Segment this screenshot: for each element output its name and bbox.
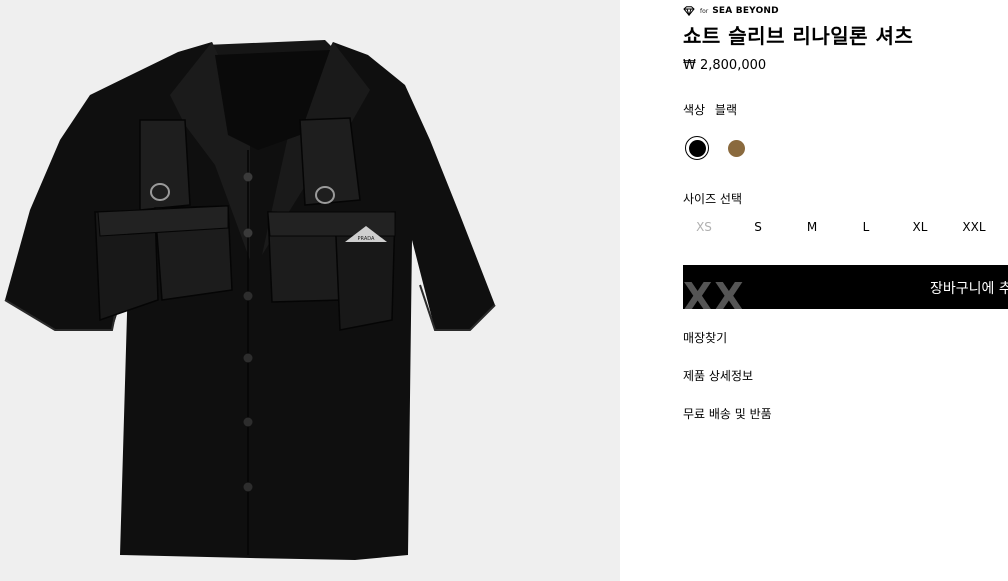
color-label-row: 색상 블랙: [683, 101, 737, 118]
swatch-black[interactable]: [685, 136, 709, 160]
size-options: XS S M L XL XXL: [683, 220, 1008, 236]
color-swatches: [685, 136, 748, 160]
shirt-illustration: PRADA: [4, 40, 496, 560]
cart-overlay-text: XX: [683, 275, 746, 309]
size-option-xs[interactable]: XS: [684, 220, 724, 234]
diamond-icon: [683, 6, 695, 16]
add-to-cart-button[interactable]: XX 장바구니에 추: [683, 265, 1008, 309]
size-option-s[interactable]: S: [738, 220, 778, 234]
product-info-panel: for SEA BEYOND 쇼트 슬리브 리나일론 셔츠 ₩ 2,800,00…: [683, 0, 1008, 581]
swatch-brown-fill: [727, 139, 745, 157]
size-option-l[interactable]: L: [846, 220, 886, 234]
product-price: ₩ 2,800,000: [683, 58, 767, 73]
size-option-xl[interactable]: XL: [900, 220, 940, 234]
selected-color-name: 블랙: [714, 103, 738, 117]
product-image[interactable]: PRADA: [0, 0, 620, 581]
logo-text: PRADA: [358, 236, 375, 242]
brand-name: SEA BEYOND: [712, 6, 779, 16]
shipping-returns-link[interactable]: 무료 배송 및 반품: [683, 405, 772, 422]
product-details-link[interactable]: 제품 상세정보: [683, 367, 753, 384]
add-to-cart-label: 장바구니에 추: [930, 281, 1008, 297]
brand-badge[interactable]: for SEA BEYOND: [683, 4, 779, 18]
size-select-label: 사이즈 선택: [683, 192, 743, 206]
brand-for-text: for: [700, 7, 709, 15]
size-option-m[interactable]: M: [792, 220, 832, 234]
size-option-xxl[interactable]: XXL: [954, 220, 994, 234]
product-title: 쇼트 슬리브 리나일론 셔츠: [683, 24, 914, 48]
store-locator-link[interactable]: 매장찾기: [683, 329, 727, 346]
color-label: 색상: [683, 103, 706, 117]
swatch-brown[interactable]: [724, 136, 748, 160]
swatch-black-fill: [688, 139, 706, 157]
